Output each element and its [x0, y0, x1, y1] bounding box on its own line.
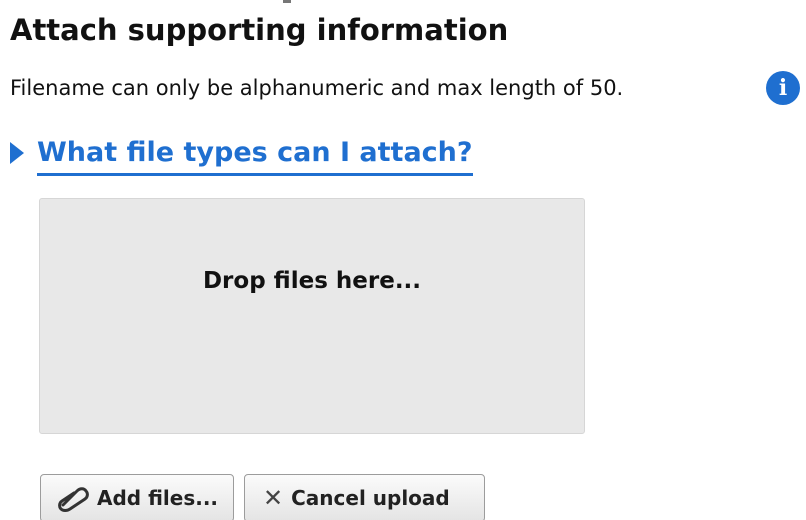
close-icon: ✕	[263, 484, 284, 512]
add-files-label: Add files...	[97, 486, 219, 510]
triangle-right-icon	[10, 142, 24, 164]
filename-hint-text: Filename can only be alphanumeric and ma…	[10, 76, 624, 100]
attach-supporting-information-panel: Attach supporting information Filename c…	[0, 0, 806, 520]
file-dropzone[interactable]: Drop files here...	[39, 198, 585, 434]
dropzone-label: Drop files here...	[202, 268, 422, 294]
file-types-disclosure[interactable]: What file types can I attach?	[10, 134, 473, 178]
section-title: Attach supporting information	[10, 13, 509, 47]
cancel-upload-button[interactable]: ✕ Cancel upload	[244, 474, 485, 520]
info-icon[interactable]: i	[766, 71, 800, 105]
cancel-upload-label: Cancel upload	[291, 486, 450, 510]
add-files-button[interactable]: Add files...	[40, 474, 234, 520]
filename-hint-row: Filename can only be alphanumeric and ma…	[10, 70, 623, 106]
paperclip-icon	[53, 483, 91, 513]
top-edge-mark	[283, 0, 291, 3]
file-types-link[interactable]: What file types can I attach?	[37, 134, 473, 176]
